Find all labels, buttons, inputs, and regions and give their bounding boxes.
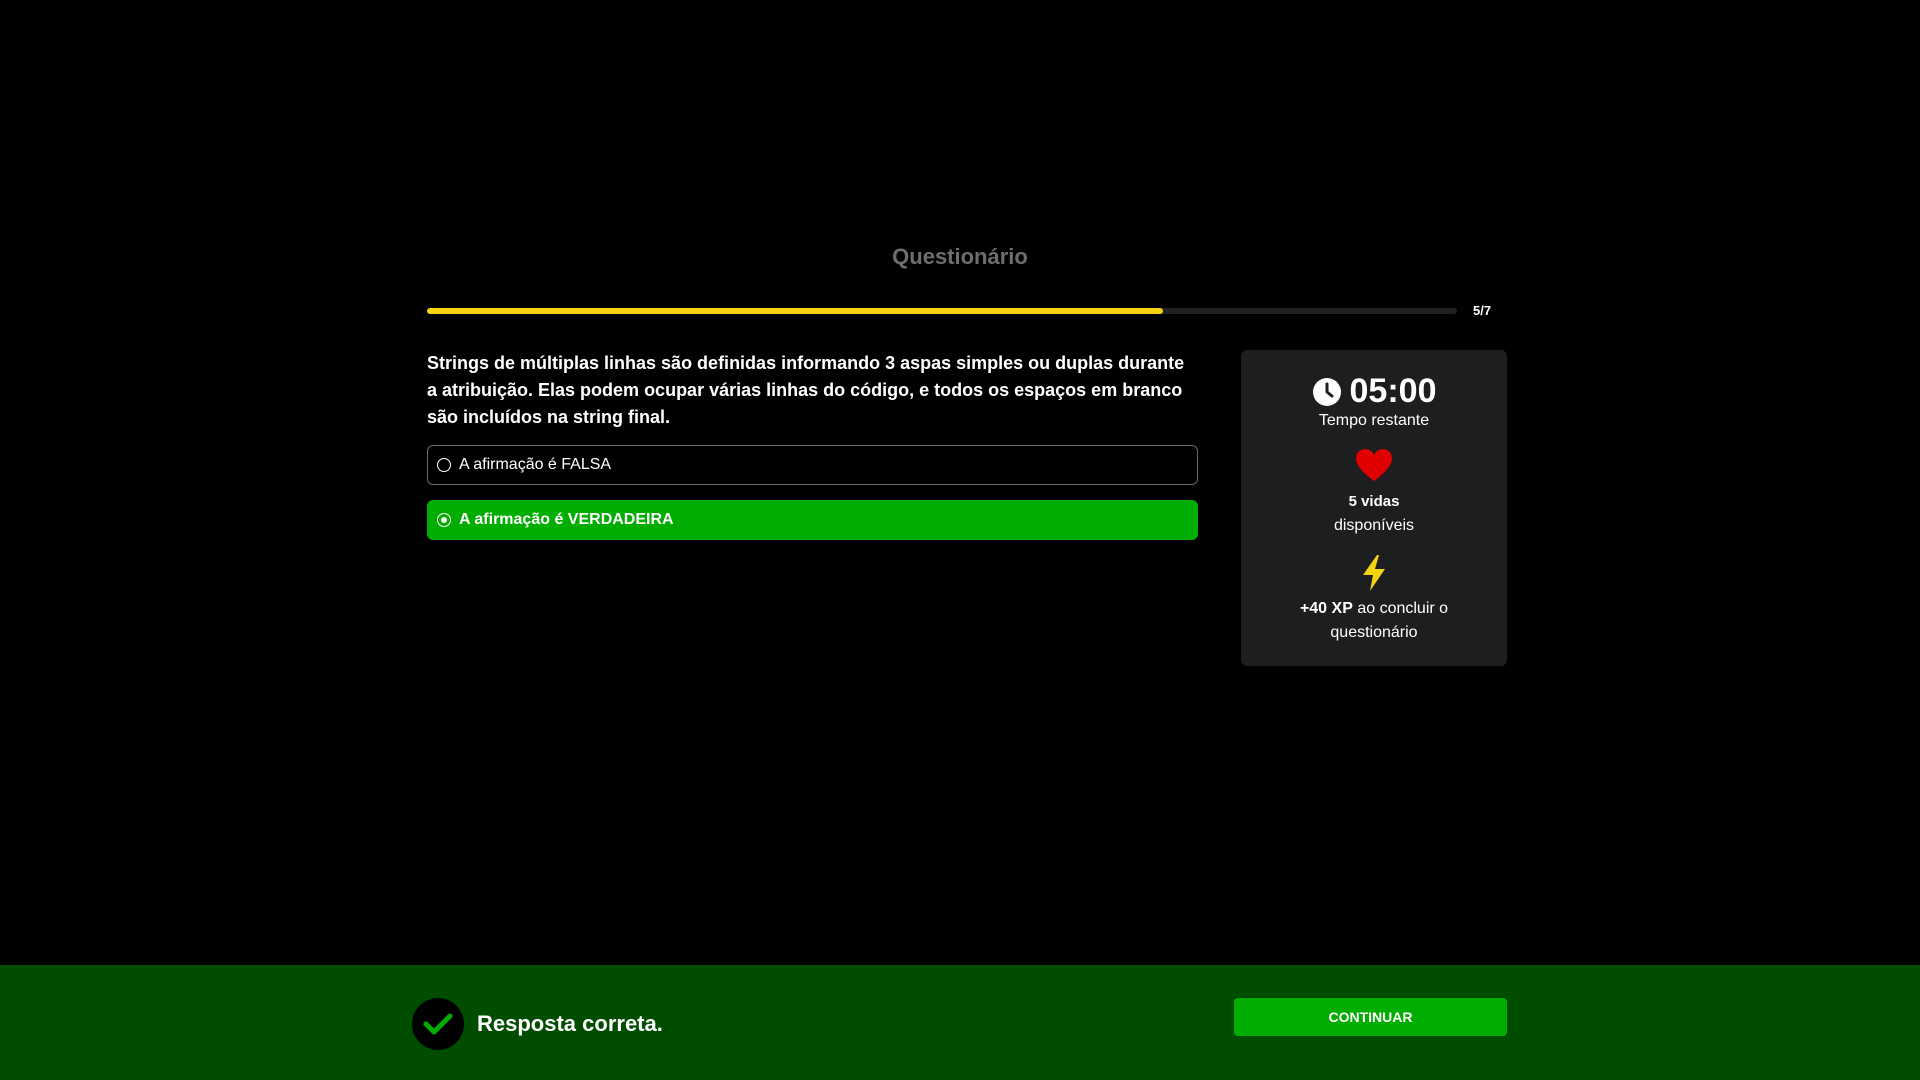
check-badge [412, 998, 464, 1050]
heart-icon [1356, 449, 1392, 481]
progress-track [427, 308, 1457, 314]
timer-label: Tempo restante [1318, 412, 1430, 429]
radio-dot [441, 517, 447, 523]
answer-option-false[interactable]: A afirmação é FALSA [427, 445, 1198, 485]
progress-fill [427, 308, 1164, 314]
progress-bar [427, 303, 1457, 319]
answer-option-true[interactable]: A afirmação é VERDADEIRA [427, 500, 1198, 540]
continue-button[interactable]: CONTINUAR [1234, 998, 1507, 1036]
feedback-message: Resposta correta. [477, 1011, 663, 1036]
page-title: Questionário [892, 244, 1028, 269]
radio-icon[interactable] [437, 458, 451, 472]
lightning-icon [1363, 555, 1385, 591]
feedback-bar: Resposta correta. CONTINUAR [0, 965, 1920, 1080]
radio-selected-icon[interactable] [437, 513, 451, 527]
quiz-info-card: 05:00 Tempo restante 5 vidas disponíveis… [1241, 350, 1507, 666]
timer: 05:00 [1241, 372, 1507, 411]
check-icon [423, 1013, 453, 1035]
progress-counter: 5/7 [1473, 303, 1492, 318]
timer-value: 05:00 [1349, 372, 1437, 410]
answer-option-label: A afirmação é VERDADEIRA [459, 511, 674, 528]
lives-label: disponíveis [1333, 517, 1415, 534]
quiz-page: Questionário 5/7 Strings de múltiplas li… [0, 0, 1920, 1080]
xp-reward: +40 XP ao concluir o questionário [1261, 597, 1487, 645]
xp-amount: +40 XP [1299, 600, 1353, 617]
answer-option-label: A afirmação é FALSA [459, 456, 612, 473]
question-text: Strings de múltiplas linhas são definida… [427, 353, 1185, 427]
clock-icon [1312, 377, 1341, 406]
lives-count: 5 vidas [1348, 493, 1400, 510]
